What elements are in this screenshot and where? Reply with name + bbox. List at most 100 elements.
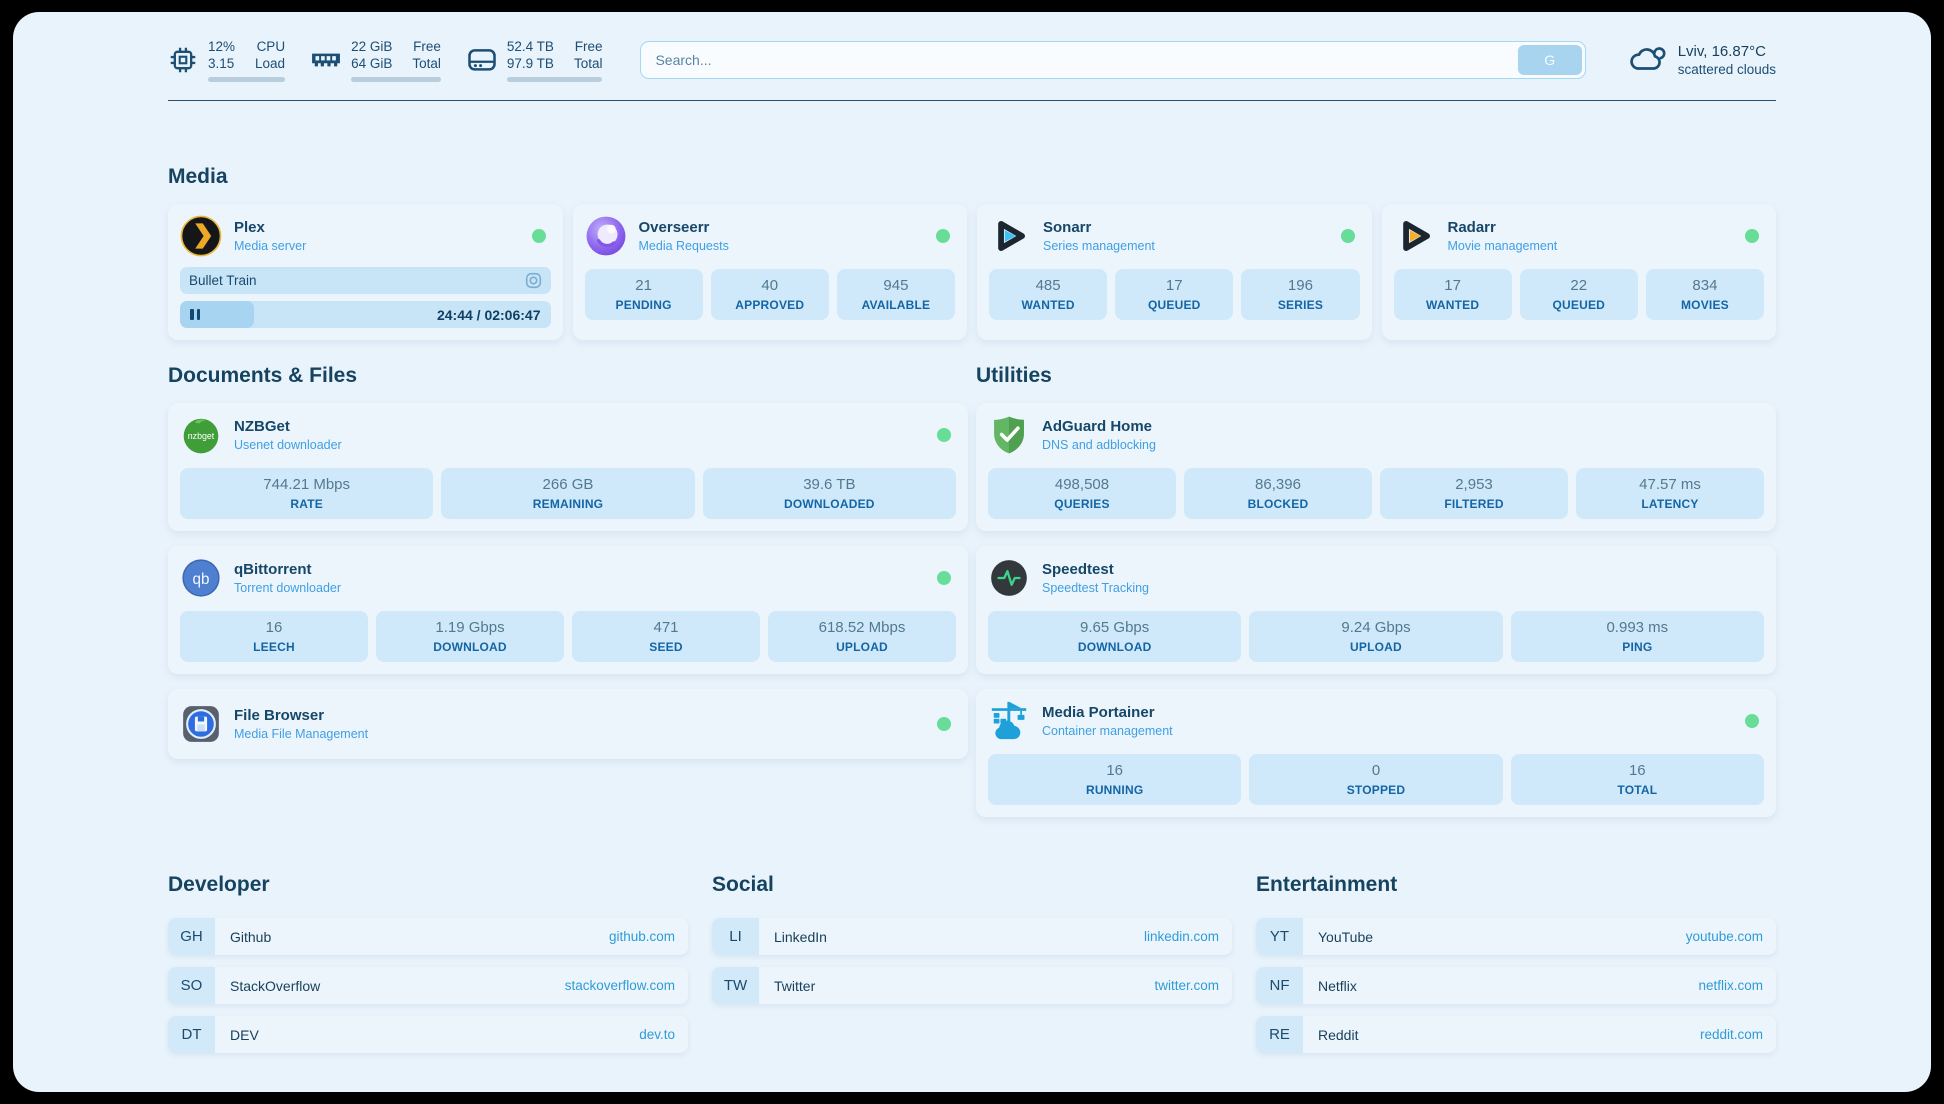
status-dot-online: [937, 571, 951, 585]
search-input[interactable]: [640, 41, 1585, 79]
stat-value: 266 GB: [445, 475, 690, 494]
service-link-filebrowser[interactable]: File Browser Media File Management: [180, 703, 956, 745]
bookmark-group-developer: Developer GH Github github.com SO StackO…: [168, 873, 688, 1065]
status-dot-online: [1745, 714, 1759, 728]
service-link-speedtest[interactable]: Speedtest Speedtest Tracking: [988, 557, 1764, 599]
stat-value: 744.21 Mbps: [184, 475, 429, 494]
stat-label: APPROVED: [715, 298, 825, 312]
stat-value: 0.993 ms: [1515, 618, 1760, 637]
memory-icon: [311, 51, 341, 69]
stat-label: PENDING: [589, 298, 699, 312]
service-link-overseerr[interactable]: Overseerr Media Requests: [585, 215, 956, 257]
service-link-adguard[interactable]: AdGuard Home DNS and adblocking: [988, 414, 1764, 456]
stat-box: 945 AVAILABLE: [837, 269, 955, 320]
service-link-sonarr[interactable]: Sonarr Series management: [989, 215, 1360, 257]
bookmark-name: Twitter: [774, 978, 815, 994]
stat-value: 22: [1524, 276, 1634, 295]
stat-box: 0.993 ms PING: [1511, 611, 1764, 662]
now-playing-progress: 24:44 / 02:06:47: [180, 301, 551, 328]
bookmark-link-dev[interactable]: DT DEV dev.to: [168, 1016, 688, 1053]
stat-label: STOPPED: [1253, 783, 1498, 797]
cpu-icon: [168, 46, 198, 74]
service-card-plex: Plex Media server Bullet Train 24:44 / 0…: [168, 204, 563, 340]
service-name: Speedtest: [1042, 560, 1149, 579]
bookmark-name: Netflix: [1318, 978, 1357, 994]
stat-box: 9.65 Gbps DOWNLOAD: [988, 611, 1241, 662]
bookmark-group-social: Social LI LinkedIn linkedin.com TW Twitt…: [712, 873, 1232, 1065]
qbittorrent-icon: qb: [180, 557, 222, 599]
service-link-qbittorrent[interactable]: qb qBittorrent Torrent downloader: [180, 557, 956, 599]
service-description: Media Requests: [639, 239, 729, 254]
stat-value: 0: [1253, 761, 1498, 780]
plex-icon: [180, 215, 222, 257]
status-dot-online: [936, 229, 950, 243]
service-card-sonarr: Sonarr Series management 485 WANTED 17 Q…: [977, 204, 1372, 340]
service-link-nzbget[interactable]: nzbget NZBGet Usenet downloader: [180, 414, 956, 456]
stat-box: 744.21 Mbps RATE: [180, 468, 433, 519]
stat-label: DOWNLOADED: [707, 497, 952, 511]
service-name: AdGuard Home: [1042, 417, 1156, 436]
bookmark-link-netflix[interactable]: NF Netflix netflix.com: [1256, 967, 1776, 1004]
bookmark-name: Reddit: [1318, 1027, 1358, 1043]
bookmark-link-reddit[interactable]: RE Reddit reddit.com: [1256, 1016, 1776, 1053]
bookmark-link-stackoverflow[interactable]: SO StackOverflow stackoverflow.com: [168, 967, 688, 1004]
section-utilities: Utilities AdGuard Home DNS and adblockin…: [976, 364, 1776, 817]
cpu-progress-bar: [208, 77, 285, 82]
stat-value: 16: [1515, 761, 1760, 780]
service-description: Media server: [234, 239, 306, 254]
bookmark-abbr: TW: [712, 967, 759, 1004]
stat-value: 834: [1650, 276, 1760, 295]
stat-value: 17: [1398, 276, 1508, 295]
service-card-portainer: Media Portainer Container management 16 …: [976, 689, 1776, 817]
service-card-adguard: AdGuard Home DNS and adblocking 498,508 …: [976, 403, 1776, 531]
service-link-portainer[interactable]: Media Portainer Container management: [988, 700, 1764, 742]
stat-box: 618.52 Mbps UPLOAD: [768, 611, 956, 662]
stat-label: QUERIES: [992, 497, 1172, 511]
bookmark-url: dev.to: [639, 1027, 675, 1042]
stat-value: 2,953: [1384, 475, 1564, 494]
memory-label-1: Free: [413, 38, 441, 55]
stat-label: WANTED: [1398, 298, 1508, 312]
stat-value: 618.52 Mbps: [772, 618, 952, 637]
stat-value: 9.65 Gbps: [992, 618, 1237, 637]
bookmark-link-github[interactable]: GH Github github.com: [168, 918, 688, 955]
bookmark-group-entertainment: Entertainment YT YouTube youtube.com NF …: [1256, 873, 1776, 1065]
bookmark-abbr: SO: [168, 967, 215, 1004]
bookmark-link-linkedin[interactable]: LI LinkedIn linkedin.com: [712, 918, 1232, 955]
stat-label: MOVIES: [1650, 298, 1760, 312]
bookmark-url: youtube.com: [1686, 929, 1763, 944]
service-card-overseerr: Overseerr Media Requests 21 PENDING 40 A…: [573, 204, 968, 340]
service-name: File Browser: [234, 706, 368, 725]
disk-total-value: 97.9 TB: [507, 55, 554, 72]
stat-label: RATE: [184, 497, 429, 511]
stat-box: 16 RUNNING: [988, 754, 1241, 805]
section-title-documents: Documents & Files: [168, 364, 968, 388]
bookmark-abbr: YT: [1256, 918, 1303, 955]
memory-free-value: 22 GiB: [351, 38, 392, 55]
section-title-social: Social: [712, 873, 1232, 897]
bookmark-abbr: DT: [168, 1016, 215, 1053]
stat-value: 9.24 Gbps: [1253, 618, 1498, 637]
stat-value: 471: [576, 618, 756, 637]
window-frame: 12% 3.15 CPU Load 22 GiB: [0, 0, 1944, 1104]
stat-value: 945: [841, 276, 951, 295]
service-link-plex[interactable]: Plex Media server: [180, 215, 551, 257]
cpu-usage-value: 12%: [208, 38, 235, 55]
memory-progress-bar: [351, 77, 441, 82]
resource-widget-cpu: 12% 3.15 CPU Load: [168, 38, 285, 82]
weather-condition: scattered clouds: [1678, 61, 1776, 78]
bookmark-abbr: GH: [168, 918, 215, 955]
bookmark-url: reddit.com: [1700, 1027, 1763, 1042]
search-provider-button[interactable]: G: [1518, 45, 1582, 75]
bookmark-link-twitter[interactable]: TW Twitter twitter.com: [712, 967, 1232, 1004]
stat-box: 47.57 ms LATENCY: [1576, 468, 1764, 519]
memory-label-2: Total: [412, 55, 441, 72]
stat-label: AVAILABLE: [841, 298, 951, 312]
dashboard-page: 12% 3.15 CPU Load 22 GiB: [13, 12, 1931, 1092]
stat-label: QUEUED: [1119, 298, 1229, 312]
nzbget-icon: nzbget: [180, 414, 222, 456]
bookmark-link-youtube[interactable]: YT YouTube youtube.com: [1256, 918, 1776, 955]
service-link-radarr[interactable]: Radarr Movie management: [1394, 215, 1765, 257]
disk-progress-bar: [507, 77, 603, 82]
status-dot-online: [1745, 229, 1759, 243]
